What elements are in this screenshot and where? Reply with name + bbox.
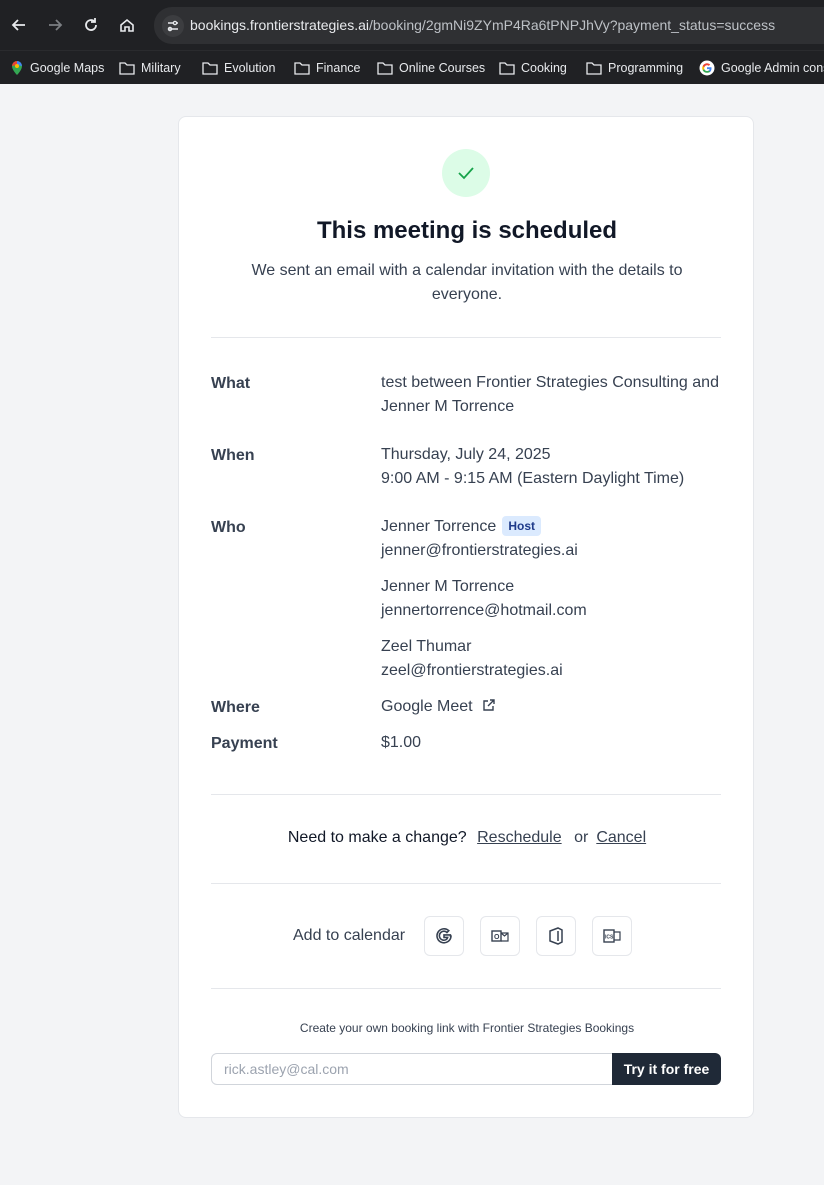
bookmark-evolution[interactable]: Evolution <box>202 56 275 80</box>
promo-text: Create your own booking link with Fronti… <box>299 1021 635 1035</box>
payment-label: Payment <box>211 735 278 752</box>
url-text: bookings.frontierstrategies.ai/booking/2… <box>190 17 775 33</box>
when-label: When <box>211 447 255 464</box>
attendee-name: Jenner Torrence Host <box>381 515 721 539</box>
try-it-free-button[interactable]: Try it for free <box>612 1053 721 1085</box>
external-link-icon <box>483 699 495 711</box>
reload-icon[interactable] <box>77 11 105 39</box>
bookmark-label: Cooking <box>521 61 567 75</box>
office365-icon <box>549 927 563 945</box>
what-label: What <box>211 375 251 392</box>
svg-text:ICS: ICS <box>605 935 614 941</box>
folder-icon <box>377 62 393 75</box>
folder-icon <box>294 62 310 75</box>
bookmark-online-courses[interactable]: Online Courses <box>377 56 485 80</box>
svg-text:O: O <box>494 934 500 941</box>
booking-success-card: This meeting is scheduled We sent an ema… <box>178 116 754 1118</box>
home-icon[interactable] <box>113 11 141 39</box>
google-icon <box>699 60 715 76</box>
or-text: or <box>574 829 589 846</box>
forward-icon[interactable] <box>41 11 69 39</box>
confirmation-message: We sent an email with a calendar invitat… <box>251 262 683 303</box>
email-input[interactable] <box>211 1053 613 1085</box>
attendee-name: Jenner M Torrence <box>381 578 515 595</box>
divider <box>211 988 721 989</box>
office365-calendar-button[interactable] <box>536 916 576 956</box>
who-label: Who <box>211 519 246 536</box>
outlook-icon: O <box>491 930 509 942</box>
outlook-calendar-button[interactable]: O <box>480 916 520 956</box>
bookmarks-bar: Google Maps Military Evolution Finance O… <box>0 50 824 84</box>
location-text[interactable]: Google Meet <box>381 698 473 715</box>
bookmark-military[interactable]: Military <box>119 56 181 80</box>
ics-download-button[interactable]: ICS <box>592 916 632 956</box>
google-calendar-button[interactable] <box>424 916 464 956</box>
attendee-email: zeel@frontierstrategies.ai <box>381 662 563 679</box>
bookmark-label: Google Admin cons <box>721 61 824 75</box>
folder-icon <box>119 62 135 75</box>
attendee-name-text: Jenner Torrence <box>381 518 497 535</box>
bookmark-label: Finance <box>316 61 361 75</box>
event-date: Thursday, July 24, 2025 <box>381 446 551 463</box>
address-bar[interactable]: bookings.frontierstrategies.ai/booking/2… <box>154 7 824 44</box>
back-icon[interactable] <box>5 11 33 39</box>
reschedule-link[interactable]: Reschedule <box>477 829 562 846</box>
google-calendar-icon <box>436 928 452 944</box>
cancel-link[interactable]: Cancel <box>596 829 646 846</box>
ics-file-icon: ICS <box>603 929 621 943</box>
browser-toolbar: bookings.frontierstrategies.ai/booking/2… <box>0 0 824 50</box>
maps-pin-icon <box>12 61 22 75</box>
bookmark-label: Google Maps <box>30 61 105 75</box>
site-settings-icon[interactable] <box>162 15 184 37</box>
bookmark-cooking[interactable]: Cooking <box>499 56 567 80</box>
url-host: bookings.frontierstrategies.ai <box>190 17 369 33</box>
event-time: 9:00 AM - 9:15 AM (Eastern Daylight Time… <box>381 470 685 487</box>
host-badge: Host <box>502 516 541 536</box>
divider <box>211 337 721 338</box>
location-link[interactable]: Google Meet <box>381 695 721 719</box>
folder-icon <box>586 62 602 75</box>
url-path: /booking/2gmNi9ZYmP4Ra6tPNPJhVy?payment_… <box>369 17 776 33</box>
payment-amount: $1.00 <box>381 734 422 751</box>
attendee-email: jennertorrence@hotmail.com <box>381 602 587 619</box>
bookmark-programming[interactable]: Programming <box>586 56 683 80</box>
bookmark-label: Programming <box>608 61 684 75</box>
add-to-calendar-label: Add to calendar <box>293 927 406 944</box>
bookmark-google-maps[interactable]: Google Maps <box>10 56 104 80</box>
bookmark-finance[interactable]: Finance <box>294 56 360 80</box>
where-label: Where <box>211 699 260 716</box>
bookmark-google-admin[interactable]: Google Admin cons <box>699 56 824 80</box>
divider <box>211 794 721 795</box>
bookmark-label: Online Courses <box>399 61 486 75</box>
attendee-name: Zeel Thumar <box>381 638 472 655</box>
change-prompt: Need to make a change? <box>287 829 467 846</box>
success-badge <box>442 149 490 197</box>
change-prompt-row: Need to make a change? Reschedule or Canc… <box>179 829 755 847</box>
bookmark-label: Military <box>141 61 181 75</box>
check-icon <box>458 167 474 180</box>
folder-icon <box>202 62 218 75</box>
event-title: test between Frontier Strategies Consult… <box>381 374 719 415</box>
folder-icon <box>499 62 515 75</box>
bookmark-label: Evolution <box>224 61 276 75</box>
divider <box>211 883 721 884</box>
page-title: This meeting is scheduled <box>316 217 618 244</box>
attendee-email: jenner@frontierstrategies.ai <box>381 542 578 559</box>
